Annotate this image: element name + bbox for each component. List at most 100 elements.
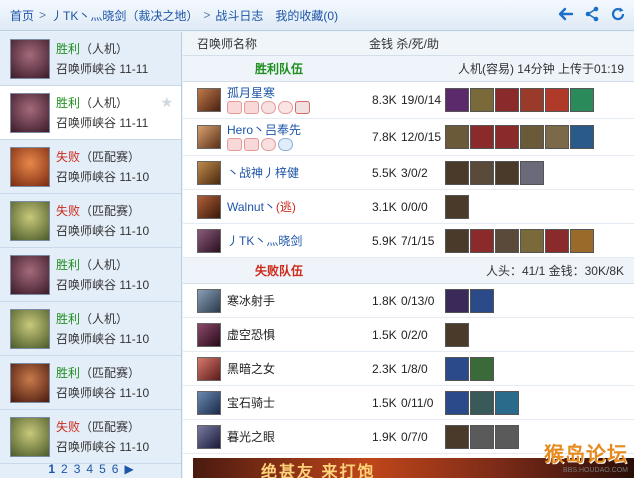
item-icon[interactable] [445,228,469,253]
page-link[interactable]: 5 [99,462,106,478]
page-link[interactable]: 1 [48,462,55,478]
item-icon[interactable] [445,88,469,112]
item-icon[interactable] [445,390,469,415]
player-kda: 7/1/15 [401,233,435,248]
item-icon[interactable] [445,322,469,347]
champion-avatar [10,146,50,187]
item-icon[interactable] [445,424,469,449]
item-icon[interactable] [470,424,494,449]
player-name: 暮光之眼 [227,429,276,444]
item-icon[interactable] [545,88,569,112]
player-name[interactable]: 丿TK丶灬晓剑 [227,234,373,248]
match-map: 召唤师峡谷 11-10 [56,223,150,238]
page-link[interactable]: 2 [61,462,68,478]
match-mode: （人机） [80,41,129,56]
item-icon[interactable] [495,125,519,149]
match-item[interactable]: 胜利（人机） 召唤师峡谷 11-11 [0,32,181,86]
item-icon[interactable] [445,160,469,185]
item-icon[interactable] [470,125,494,149]
top-bar: 首页 > 丿TK丶灬晓剑（裁决之地） > 战斗日志 我的收藏(0) [0,0,634,31]
shield-badge-icon [278,138,293,151]
champion-avatar [10,92,50,133]
player-row[interactable]: 虚空恐惧 1.5K 0/2/0 [183,318,634,352]
player-name[interactable]: 孤月星寒 [227,86,373,100]
item-icon[interactable] [445,125,469,149]
back-arrow-icon[interactable] [558,6,574,22]
breadcrumb-home[interactable]: 首页 [10,7,34,24]
page-link[interactable]: 4 [86,462,93,478]
match-item[interactable]: 胜利（人机） 召唤师峡谷 11-10 [0,248,181,302]
page-link[interactable]: 6 [112,462,119,478]
share-icon[interactable] [584,6,600,22]
breadcrumb-battle-log[interactable]: 战斗日志 [215,7,263,24]
item-icon[interactable] [445,194,469,219]
player-gold: 1.5K [372,395,397,410]
player-row[interactable]: 宝石骑士 1.5K 0/11/0 [183,386,634,420]
player-row[interactable]: 寒冰射手 1.8K 0/13/0 [183,284,634,318]
item-icon[interactable] [495,160,519,185]
item-icon[interactable] [470,356,494,381]
match-item[interactable]: 胜利（匹配赛） 召唤师峡谷 11-10 [0,356,181,410]
player-row[interactable]: 孤月星寒 8.3K 19/0/14 [183,82,634,119]
item-icon[interactable] [470,88,494,112]
player-kda: 1/8/0 [401,361,428,376]
item-icon[interactable] [545,125,569,149]
player-row[interactable]: Walnut丶(逃) 3.1K 0/0/0 [183,190,634,224]
match-mode: （人机） [80,311,129,326]
match-item[interactable]: 失败（匹配赛） 召唤师峡谷 11-10 [0,140,181,194]
item-icon[interactable] [495,390,519,415]
champion-avatar [197,288,221,313]
champion-avatar [197,88,221,112]
champion-avatar [197,390,221,415]
item-icon[interactable] [545,228,569,253]
item-icon[interactable] [445,288,469,313]
item-icon[interactable] [520,125,544,149]
player-name[interactable]: 丶战神丿梓健 [227,166,373,180]
player-name[interactable]: Hero丶吕奉先 [227,123,373,137]
match-item[interactable]: 胜利（人机） 召唤师峡谷 11-10 [0,302,181,356]
item-icon[interactable] [495,424,519,449]
player-kda: 0/0/0 [401,199,428,214]
match-list: 胜利（人机） 召唤师峡谷 11-11 胜利（人机） 召唤师峡谷 11-11 ★ 失败… [0,32,182,478]
item-icon[interactable] [470,228,494,253]
player-kda: 0/11/0 [401,395,434,410]
player-row[interactable]: Hero丶吕奉先 7.8K 12/0/15 [183,119,634,156]
item-icon[interactable] [445,356,469,381]
player-gold: 1.8K [372,293,397,308]
item-icon[interactable] [570,125,594,149]
player-kda: 19/0/14 [401,93,442,107]
player-row[interactable]: 丶战神丿梓健 5.5K 3/0/2 [183,156,634,190]
player-row[interactable]: 黑暗之女 2.3K 1/8/0 [183,352,634,386]
champion-avatar [197,322,221,347]
item-icon[interactable] [520,228,544,253]
player-row-self[interactable]: 丿TK丶灬晓剑 5.9K 7/1/15 [183,224,634,258]
lose-team-label: 失败队伍 [255,264,304,278]
player-name[interactable]: Walnut丶(逃) [227,200,373,214]
page-link[interactable]: 3 [74,462,81,478]
player-gold: 7.8K [372,130,397,144]
item-icon[interactable] [520,88,544,112]
match-item-selected[interactable]: 胜利（人机） 召唤师峡谷 11-11 ★ [0,86,181,140]
item-icon[interactable] [470,288,494,313]
match-item[interactable]: 失败（匹配赛） 召唤师峡谷 11-10 [0,410,181,464]
item-icon[interactable] [495,88,519,112]
sword-badge-icon [295,101,310,114]
refresh-icon[interactable] [610,6,626,22]
breadcrumb-player[interactable]: 丿TK丶灬晓剑（裁决之地） [51,7,198,24]
player-name: 虚空恐惧 [227,327,276,342]
match-item[interactable]: 失败（匹配赛） 召唤师峡谷 11-10 [0,194,181,248]
champion-avatar [10,362,50,403]
player-name: 宝石骑士 [227,395,276,410]
item-icon[interactable] [495,228,519,253]
item-icon[interactable] [470,160,494,185]
item-icon[interactable] [570,228,594,253]
item-icon[interactable] [520,160,544,185]
player-gold: 1.5K [372,327,397,342]
favorites-link[interactable]: 我的收藏(0) [275,7,338,24]
item-icon[interactable] [470,390,494,415]
item-icon[interactable] [570,88,594,112]
next-page-icon[interactable]: ▶ [124,462,133,478]
player-gold: 5.9K [372,233,397,248]
star-icon[interactable]: ★ [160,94,173,111]
hand-badge-icon [244,138,259,151]
